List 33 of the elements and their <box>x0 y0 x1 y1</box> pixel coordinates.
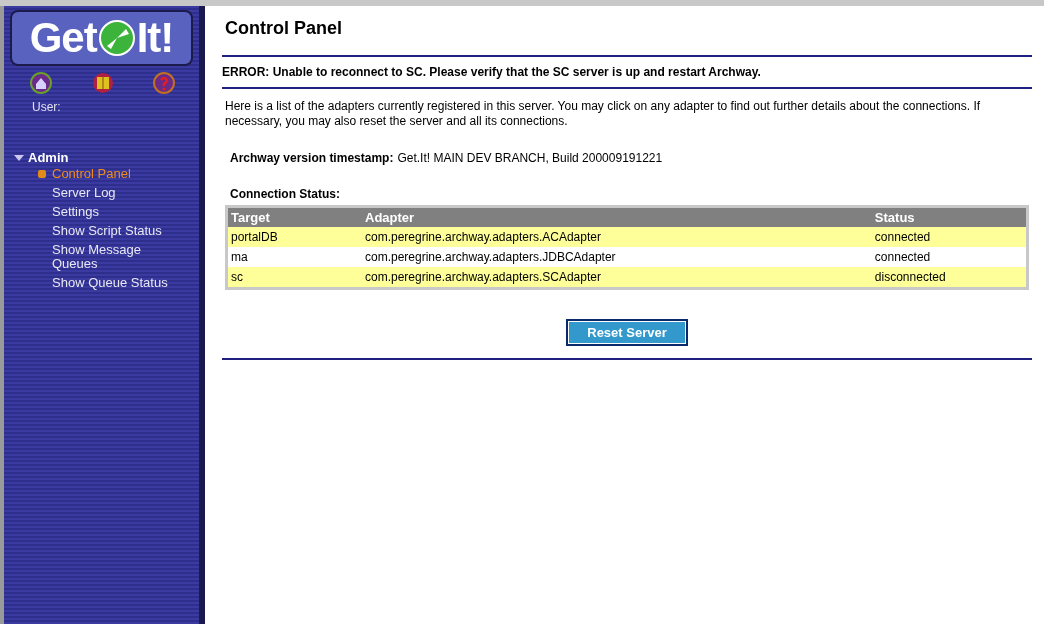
column-header: Adapter <box>362 206 872 227</box>
intro-text: Here is a list of the adapters currently registered in this server. You may click on any adapter to find out further details about the connections. If necessary, you may also reset the server and all its connections. <box>225 99 982 129</box>
table-cell: disconnected <box>871 267 1028 289</box>
home-icon[interactable] <box>30 72 52 94</box>
nav-link[interactable]: Show Script Status <box>52 224 172 238</box>
table-cell: connected <box>871 227 1028 247</box>
version-label: Archway version timestamp: <box>230 151 394 165</box>
table-cell: connected <box>871 247 1028 267</box>
table-cell: ma <box>226 247 362 267</box>
nav-link[interactable]: Server Log <box>52 186 172 200</box>
nav-link[interactable]: Settings <box>52 205 172 219</box>
book-icon[interactable] <box>91 72 114 94</box>
table-cell: portalDB <box>226 227 362 247</box>
error-message: ERROR: Unable to reconnect to SC. Please verify that the SC server is up and restart Archway. <box>222 65 762 79</box>
table-cell: sc <box>226 267 362 289</box>
logo: Get It! <box>10 10 193 66</box>
user-label: User: <box>32 100 62 114</box>
table-title: Connection Status: <box>230 187 341 201</box>
adapter-link[interactable]: com.peregrine.archway.adapters.ACAdapter <box>362 227 872 247</box>
clock-icon <box>98 20 135 56</box>
column-header: Target <box>226 206 362 227</box>
expand-arrow-icon[interactable] <box>14 153 24 162</box>
bullet-icon <box>38 170 46 178</box>
help-icon[interactable] <box>153 72 175 94</box>
version-value: Get.It! MAIN DEV BRANCH, Build 200009191221 <box>397 151 663 165</box>
section-label[interactable]: Admin <box>28 150 69 165</box>
nav-link[interactable]: Show Message Queues <box>52 243 172 271</box>
nav-link[interactable]: Control Panel <box>52 167 172 181</box>
nav-link[interactable]: Show Queue Status <box>52 276 172 290</box>
column-header: Status <box>871 206 1028 227</box>
adapter-link[interactable]: com.peregrine.archway.adapters.JDBCAdapter <box>362 247 872 267</box>
adapter-link[interactable]: com.peregrine.archway.adapters.SCAdapter <box>362 267 872 289</box>
page-title: Control Panel <box>225 18 343 39</box>
